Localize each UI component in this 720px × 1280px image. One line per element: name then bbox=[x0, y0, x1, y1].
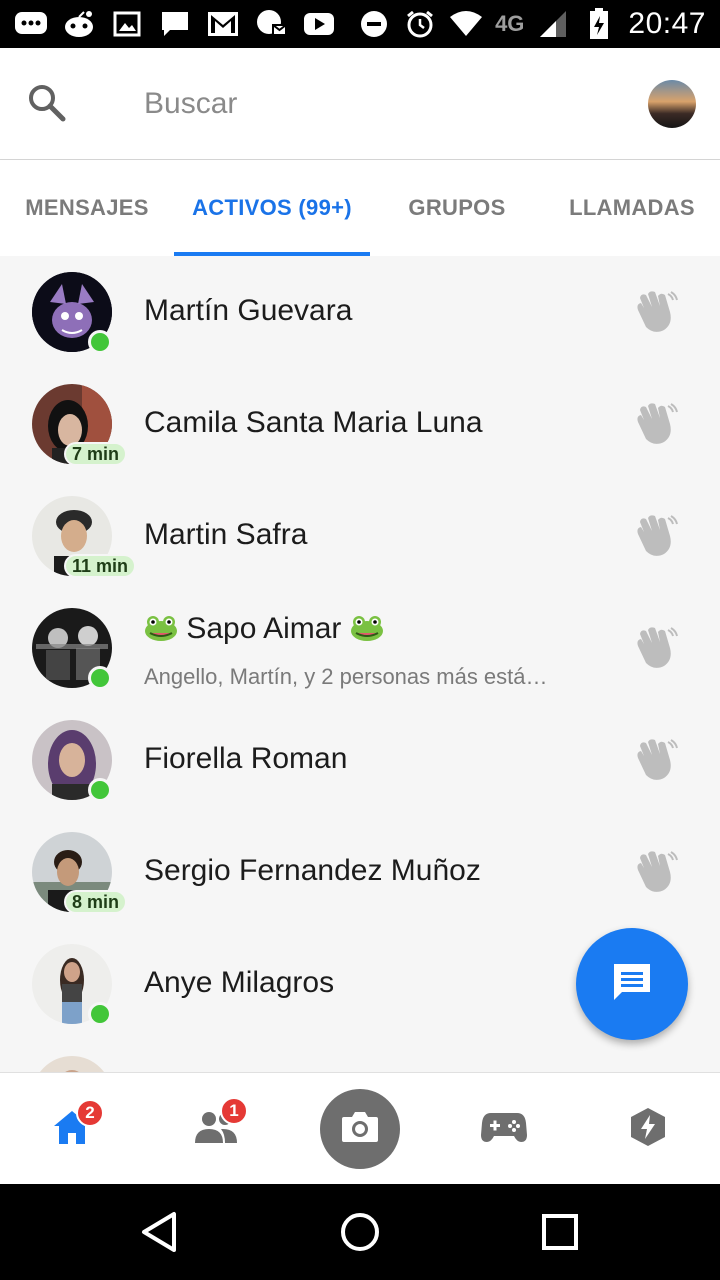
new-message-button[interactable] bbox=[576, 928, 688, 1040]
wave-icon[interactable] bbox=[630, 290, 678, 334]
tab-llamadas[interactable]: LLAMADAS bbox=[544, 160, 720, 256]
wave-icon[interactable] bbox=[630, 514, 678, 558]
list-item[interactable]: 7 min Camila Santa Maria Luna bbox=[0, 368, 720, 480]
wave-icon[interactable] bbox=[630, 850, 678, 894]
last-active-badge: 11 min bbox=[64, 554, 137, 578]
network-type: 4G bbox=[495, 11, 525, 36]
last-active-badge: 7 min bbox=[64, 442, 128, 466]
nav-people[interactable]: 1 bbox=[166, 1073, 266, 1185]
alarm-icon bbox=[403, 9, 437, 39]
status-bar: 4G 20:47 bbox=[0, 0, 720, 48]
system-status: 4G 20:47 bbox=[357, 7, 706, 41]
wave-icon[interactable] bbox=[630, 626, 678, 670]
wifi-icon bbox=[449, 9, 483, 39]
online-indicator bbox=[88, 1002, 112, 1026]
messages-icon bbox=[14, 9, 48, 39]
nav-home[interactable]: 2 bbox=[22, 1073, 122, 1185]
gamepad-icon bbox=[481, 1111, 527, 1148]
home-circle-icon[interactable] bbox=[336, 1208, 384, 1256]
online-indicator bbox=[88, 666, 112, 690]
contact-name: Sergio Fernandez Muñoz bbox=[144, 854, 481, 887]
chat-icon bbox=[158, 9, 192, 39]
contact-name: Sapo Aimar bbox=[186, 612, 342, 645]
nav-discover[interactable] bbox=[598, 1073, 698, 1185]
dnd-icon bbox=[357, 9, 391, 39]
list-item[interactable] bbox=[0, 1040, 720, 1072]
discover-bolt-icon bbox=[628, 1107, 668, 1152]
list-item[interactable]: Fiorella Roman bbox=[0, 704, 720, 816]
frog-emoji-icon bbox=[144, 614, 178, 650]
group-name-line: Sapo Aimar bbox=[144, 612, 384, 650]
reddit-icon bbox=[62, 9, 96, 39]
gallery-icon bbox=[110, 9, 144, 39]
battery-charging-icon bbox=[582, 8, 616, 39]
tab-mensajes[interactable]: MENSAJES bbox=[0, 160, 174, 256]
contact-name: Fiorella Roman bbox=[144, 742, 348, 775]
search-header bbox=[0, 48, 720, 160]
camera-icon bbox=[340, 1110, 380, 1149]
bottom-navigation: 2 1 bbox=[0, 1072, 720, 1184]
wave-icon[interactable] bbox=[630, 738, 678, 782]
messenger-icon bbox=[254, 9, 288, 39]
contact-name: Camila Santa Maria Luna bbox=[144, 406, 483, 439]
search-input[interactable] bbox=[144, 82, 594, 126]
home-notification-badge: 2 bbox=[76, 1099, 104, 1127]
tab-activos[interactable]: ACTIVOS (99+) bbox=[174, 160, 370, 256]
tab-grupos[interactable]: GRUPOS bbox=[370, 160, 544, 256]
list-item[interactable]: Martín Guevara bbox=[0, 256, 720, 368]
people-notification-badge: 1 bbox=[220, 1097, 248, 1125]
signal-icon bbox=[536, 9, 570, 39]
system-navigation-bar bbox=[0, 1184, 720, 1280]
youtube-icon bbox=[302, 9, 336, 39]
contact-name: Martin Safra bbox=[144, 518, 308, 551]
wave-icon[interactable] bbox=[630, 402, 678, 446]
list-item[interactable]: Sapo Aimar Angello, Martín, y 2 personas… bbox=[0, 592, 720, 704]
messenger-screen: 4G 20:47 MENSAJES ACTIVOS (99+) GRUPOS L… bbox=[0, 0, 720, 1280]
notification-icons bbox=[14, 9, 336, 39]
frog-emoji-icon bbox=[350, 614, 384, 650]
gmail-icon bbox=[206, 9, 240, 39]
profile-avatar[interactable] bbox=[648, 80, 696, 128]
compose-message-icon bbox=[610, 960, 654, 1009]
group-members-subtitle: Angello, Martín, y 2 personas más está… bbox=[144, 664, 548, 689]
tab-bar: MENSAJES ACTIVOS (99+) GRUPOS LLAMADAS bbox=[0, 160, 720, 256]
recents-icon[interactable] bbox=[536, 1208, 584, 1256]
search-icon[interactable] bbox=[26, 82, 68, 124]
status-time: 20:47 bbox=[628, 7, 706, 40]
back-icon[interactable] bbox=[136, 1208, 184, 1256]
contact-name: Martín Guevara bbox=[144, 294, 353, 327]
online-indicator bbox=[88, 330, 112, 354]
avatar bbox=[32, 1056, 112, 1072]
camera-button[interactable] bbox=[320, 1089, 400, 1169]
list-item[interactable]: 8 min Sergio Fernandez Muñoz bbox=[0, 816, 720, 928]
contact-name: Anye Milagros bbox=[144, 966, 335, 999]
last-active-badge: 8 min bbox=[64, 890, 128, 914]
online-indicator bbox=[88, 778, 112, 802]
nav-games[interactable] bbox=[454, 1073, 554, 1185]
list-item[interactable]: 11 min Martin Safra bbox=[0, 480, 720, 592]
